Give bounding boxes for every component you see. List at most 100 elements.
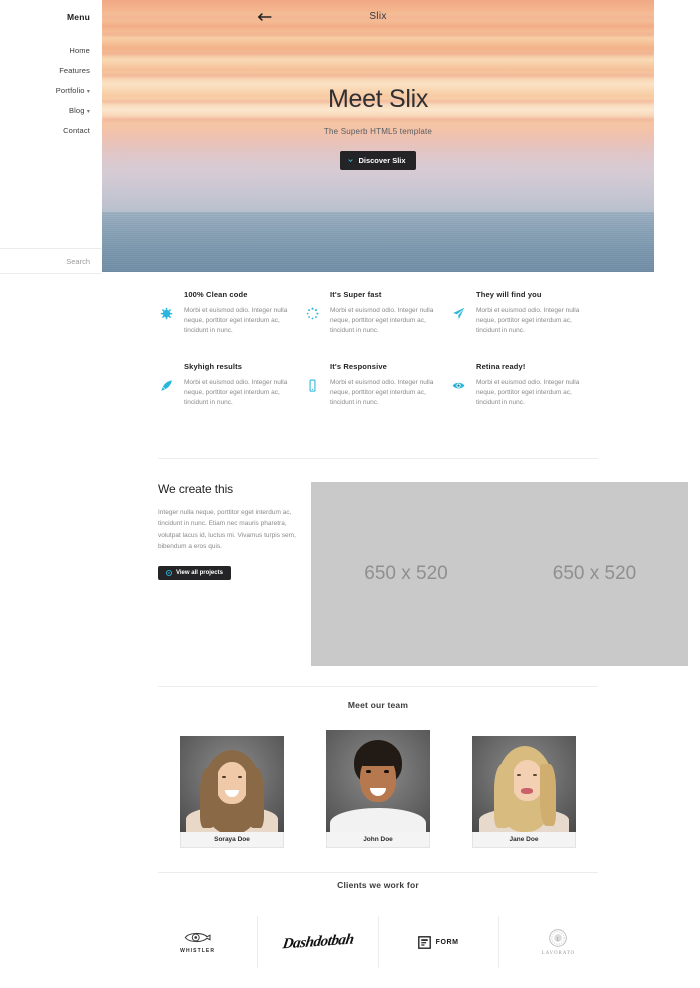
feature-title: It's Responsive xyxy=(330,362,387,372)
cloud-band xyxy=(102,33,654,36)
feature-item: 100% Clean code Morbi et euismod odio. I… xyxy=(160,290,306,336)
chevron-down-icon: ▾ xyxy=(86,88,90,95)
whistler-eye-icon xyxy=(184,932,211,943)
feature-text: 100% Clean code Morbi et euismod odio. I… xyxy=(184,290,289,336)
cloud-band xyxy=(102,74,654,77)
feature-item: Retina ready! Morbi et euismod odio. Int… xyxy=(452,362,598,408)
client-logo-name: Dashdotbah xyxy=(281,931,355,952)
discover-slix-button[interactable]: Discover Slix xyxy=(340,151,416,170)
client-logo[interactable]: Dashdotbah xyxy=(258,916,379,968)
feature-item: Skyhigh results Morbi et euismod odio. I… xyxy=(160,362,306,408)
view-all-projects-label: View all projects xyxy=(176,569,223,576)
create-section: We create this Integer nulla neque, port… xyxy=(102,482,688,666)
clients-heading: Clients we work for xyxy=(337,880,419,890)
discover-slix-label: Discover Slix xyxy=(358,156,406,165)
hero-logo[interactable]: Slix xyxy=(102,11,654,22)
features-section: 100% Clean code Morbi et euismod odio. I… xyxy=(102,290,654,408)
lavorato-crest-icon: L xyxy=(549,929,568,947)
sidebar-nav: Home Features Portfolio ▾ Blog ▾ Contact xyxy=(0,40,90,140)
team-member[interactable]: Jane Doe xyxy=(472,736,576,854)
feature-title: It's Super fast xyxy=(330,290,382,299)
chevron-down-icon: ▾ xyxy=(86,108,90,115)
team-member[interactable]: John Doe xyxy=(326,730,430,854)
sidebar-item-portfolio[interactable]: Portfolio ▾ xyxy=(0,80,90,100)
hero-content: Meet Slix The Superb HTML5 template Disc… xyxy=(102,85,654,170)
sidebar-item-features[interactable]: Features xyxy=(0,60,90,80)
rocket-icon xyxy=(161,380,172,391)
view-all-projects-button[interactable]: View all projects xyxy=(158,565,231,580)
cloud-band xyxy=(102,52,654,55)
feature-desc: Morbi et euismod odio. Integer nulla neq… xyxy=(476,307,580,335)
avatar xyxy=(326,730,430,838)
client-logo-name: WHISTLER xyxy=(180,948,216,954)
hero-section: Slix Meet Slix The Superb HTML5 template… xyxy=(102,0,654,272)
eye-icon xyxy=(452,383,465,389)
feature-item: It's Responsive Morbi et euismod odio. I… xyxy=(306,362,452,408)
sidebar-item-blog[interactable]: Blog ▾ xyxy=(0,100,90,120)
feature-desc: Morbi et euismod odio. Integer nulla neq… xyxy=(330,379,434,407)
create-copy: We create this Integer nulla neque, port… xyxy=(158,482,303,581)
search-row xyxy=(0,248,102,274)
sidebar-item-home[interactable]: Home xyxy=(0,40,90,60)
section-divider xyxy=(158,872,598,873)
clients-section: Clients we work for WHISTLER Dashdotbah xyxy=(102,880,654,968)
features-grid: 100% Clean code Morbi et euismod odio. I… xyxy=(102,290,654,408)
hero-sea xyxy=(102,212,654,272)
feature-text: It's Responsive Morbi et euismod odio. I… xyxy=(330,362,435,408)
spinner-icon xyxy=(306,307,319,320)
create-text: Integer nulla neque, porttitor eget inte… xyxy=(158,509,296,551)
feature-text: They will find you Morbi et euismod odio… xyxy=(476,290,581,336)
feature-text: Retina ready! Morbi et euismod odio. Int… xyxy=(476,362,581,408)
feature-title: Retina ready! xyxy=(476,362,526,372)
feature-desc: Morbi et euismod odio. Integer nulla neq… xyxy=(330,307,434,335)
feature-text: Skyhigh results Morbi et euismod odio. I… xyxy=(184,362,289,408)
feature-title: They will find you xyxy=(476,290,542,299)
client-logo[interactable]: FORM xyxy=(379,916,499,968)
menu-title: Menu xyxy=(67,12,90,22)
feature-desc: Morbi et euismod odio. Integer nulla neq… xyxy=(476,379,580,407)
sidebar-item-label: Contact xyxy=(63,125,90,135)
sidebar-item-contact[interactable]: Contact xyxy=(0,120,90,140)
circle-arrow-icon xyxy=(166,569,172,576)
team-heading: Meet our team xyxy=(347,700,409,710)
feature-desc: Morbi et euismod odio. Integer nulla neq… xyxy=(184,307,288,335)
feature-text: It's Super fast Morbi et euismod odio. I… xyxy=(330,290,435,336)
sidebar-item-label: Features xyxy=(59,65,90,75)
placeholder-image-2[interactable]: 650 x 520 xyxy=(501,482,688,666)
team-member-name: Jane Doe xyxy=(472,832,576,848)
section-divider xyxy=(158,458,598,459)
client-logo-name: FORM xyxy=(435,938,459,946)
form-box-icon xyxy=(417,935,431,949)
client-logo-row: WHISTLER Dashdotbah FORM L LAVORATO xyxy=(102,916,654,968)
team-member-name: Soraya Doe xyxy=(180,832,284,848)
search-input[interactable] xyxy=(20,256,90,266)
page-root: Menu Home Features Portfolio ▾ Blog ▾ Co… xyxy=(0,0,700,988)
feature-title: 100% Clean code xyxy=(184,290,248,299)
feature-desc: Morbi et euismod odio. Integer nulla neq… xyxy=(184,379,288,407)
create-heading: We create this xyxy=(158,482,234,496)
team-section: Meet our team Soraya Doe John Doe Jane D… xyxy=(102,700,654,854)
placeholder-image-1[interactable]: 650 x 520 xyxy=(311,482,501,666)
section-divider xyxy=(158,686,598,687)
svg-text:L: L xyxy=(556,938,560,943)
portfolio-placeholder-strip: 650 x 520 650 x 520 xyxy=(311,482,688,666)
client-logo-name: LAVORATO xyxy=(541,951,576,956)
form-logo-group: FORM xyxy=(417,935,459,949)
paper-plane-icon xyxy=(453,307,465,320)
team-member-name: John Doe xyxy=(326,832,430,848)
client-logo[interactable]: WHISTLER xyxy=(138,916,259,968)
team-member[interactable]: Soraya Doe xyxy=(180,736,284,854)
feature-item: They will find you Morbi et euismod odio… xyxy=(452,290,598,336)
sidebar-item-label: Blog xyxy=(68,105,85,115)
snowflake-icon xyxy=(160,307,173,320)
sidebar-item-label: Home xyxy=(69,45,90,55)
sidebar: Menu Home Features Portfolio ▾ Blog ▾ Co… xyxy=(0,0,102,988)
feature-title: Skyhigh results xyxy=(184,362,243,372)
hero-title: Meet Slix xyxy=(327,85,429,113)
sidebar-inner: Menu Home Features Portfolio ▾ Blog ▾ Co… xyxy=(0,12,102,140)
client-logo[interactable]: L LAVORATO xyxy=(499,916,618,968)
chevron-down-icon xyxy=(348,159,354,163)
team-row: Soraya Doe John Doe Jane Doe xyxy=(102,730,654,854)
avatar xyxy=(180,736,284,832)
hero-subtitle: The Superb HTML5 template xyxy=(323,127,433,136)
